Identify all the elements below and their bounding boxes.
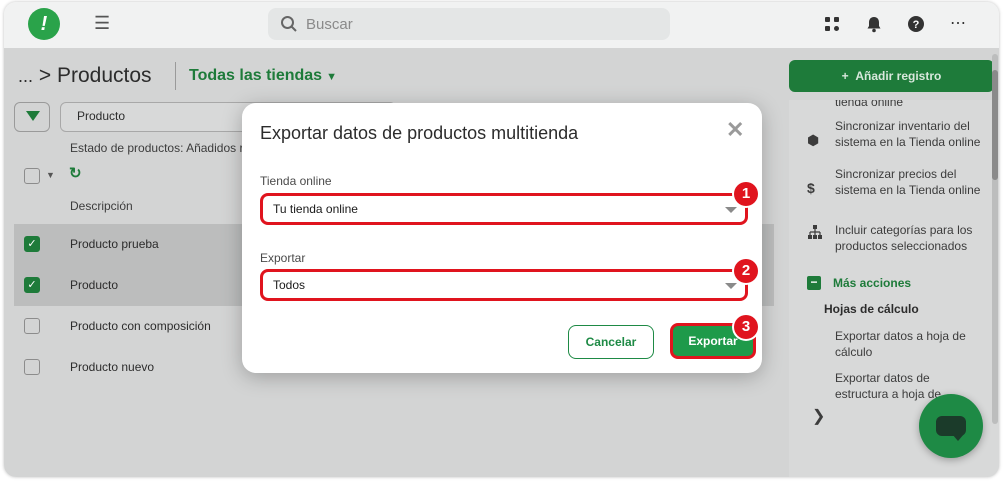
caret-down-icon bbox=[725, 207, 737, 213]
sidebar-item-sync-inventory[interactable]: Sincronizar inventario del sistema en la… bbox=[835, 118, 985, 150]
row-checkbox[interactable] bbox=[24, 359, 40, 375]
minus-square-icon[interactable]: − bbox=[807, 276, 821, 290]
divider bbox=[175, 62, 176, 90]
sitemap-icon bbox=[808, 225, 822, 239]
menu-icon[interactable]: ☰ bbox=[94, 13, 110, 34]
chevron-right-icon[interactable]: ❯ bbox=[812, 406, 825, 426]
breadcrumb-separator: > bbox=[38, 64, 52, 87]
app-window: ! ☰ ? ⋯ ... > Productos bbox=[4, 2, 999, 477]
help-icon[interactable]: ? bbox=[906, 14, 926, 34]
select-caret-icon[interactable]: ▼ bbox=[46, 170, 55, 180]
add-record-button[interactable]: + Añadir registro bbox=[789, 60, 994, 92]
caret-down-icon bbox=[725, 283, 737, 289]
step-badge-1: 1 bbox=[734, 182, 758, 206]
store-select-value: Tu tienda online bbox=[273, 202, 358, 216]
cancel-button[interactable]: Cancelar bbox=[568, 325, 654, 359]
refresh-icon[interactable]: ↻ bbox=[69, 164, 82, 182]
store-filter-dropdown[interactable]: Todas las tiendas ▼ bbox=[189, 67, 337, 85]
svg-text:?: ? bbox=[913, 19, 920, 31]
chat-icon bbox=[936, 416, 966, 441]
row-label: Producto nuevo bbox=[70, 360, 155, 374]
store-field-label: Tienda online bbox=[260, 174, 332, 188]
dollar-icon: $ bbox=[807, 180, 815, 196]
more-actions-toggle[interactable]: Más acciones bbox=[833, 276, 911, 290]
row-checkbox[interactable]: ✓ bbox=[24, 236, 40, 252]
export-field-label: Exportar bbox=[260, 251, 306, 265]
sidebar-item-sync-prices[interactable]: Sincronizar precios del sistema en la Ti… bbox=[835, 166, 985, 198]
search-input[interactable] bbox=[306, 8, 656, 40]
step-badge-3: 3 bbox=[734, 315, 758, 339]
chat-button[interactable] bbox=[919, 394, 983, 458]
bell-icon[interactable] bbox=[864, 14, 884, 34]
plus-icon: + bbox=[841, 69, 849, 83]
column-header-description[interactable]: Descripción bbox=[70, 199, 133, 213]
sheets-heading: Hojas de cálculo bbox=[824, 302, 919, 316]
row-checkbox[interactable]: ✓ bbox=[24, 277, 40, 293]
store-select[interactable]: Tu tienda online bbox=[260, 193, 748, 225]
caret-down-icon: ▼ bbox=[326, 71, 337, 83]
filter-description: Estado de productos: Añadidos r bbox=[70, 141, 244, 155]
store-filter-label: Todas las tiendas bbox=[189, 67, 323, 84]
search-bar[interactable] bbox=[268, 8, 670, 40]
row-label: Producto prueba bbox=[70, 237, 159, 251]
apps-icon[interactable] bbox=[822, 14, 842, 34]
row-label: Producto con composición bbox=[70, 319, 211, 333]
export-dialog: Exportar datos de productos multitienda … bbox=[242, 103, 762, 373]
select-all-checkbox[interactable] bbox=[24, 168, 40, 184]
row-label: Producto bbox=[70, 278, 119, 292]
scrollbar-thumb[interactable] bbox=[992, 70, 998, 180]
app-logo[interactable]: ! bbox=[28, 8, 60, 40]
filter-button[interactable] bbox=[14, 102, 50, 132]
breadcrumb-back[interactable]: ... bbox=[18, 66, 33, 86]
sidebar-item-include-categories[interactable]: Incluir categorías para los productos se… bbox=[835, 222, 985, 254]
breadcrumb: ... > Productos bbox=[18, 64, 152, 88]
export-select[interactable]: Todos bbox=[260, 269, 748, 301]
dialog-title: Exportar datos de productos multitienda bbox=[260, 123, 579, 143]
search-icon bbox=[281, 16, 297, 32]
add-record-label: Añadir registro bbox=[855, 69, 942, 83]
export-select-value: Todos bbox=[273, 278, 306, 292]
step-badge-2: 2 bbox=[734, 259, 758, 283]
sidebar-item-export-sheet[interactable]: Exportar datos a hoja de cálculo bbox=[835, 328, 985, 360]
page-title: Productos bbox=[56, 64, 152, 87]
sidebar-partial-item[interactable]: tienda online bbox=[835, 100, 903, 110]
more-options-icon[interactable]: ⋯ bbox=[948, 14, 968, 34]
top-bar: ! ☰ ? ⋯ bbox=[4, 2, 999, 48]
funnel-icon bbox=[26, 111, 40, 121]
box-icon: ⬢ bbox=[807, 132, 820, 148]
row-checkbox[interactable] bbox=[24, 318, 40, 334]
close-icon[interactable]: ✕ bbox=[726, 117, 744, 143]
